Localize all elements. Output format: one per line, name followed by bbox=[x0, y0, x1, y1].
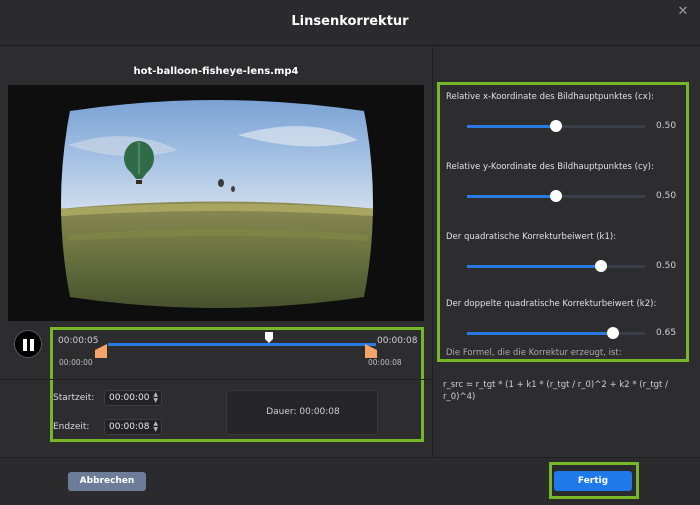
end-time-input[interactable]: 00:00:08 ▲ ▼ bbox=[104, 419, 162, 435]
param-cy-label: Relative y-Koordinate des Bildhauptpunkt… bbox=[446, 162, 654, 172]
section-divider bbox=[0, 379, 432, 380]
spinner-arrows-icon[interactable]: ▲ ▼ bbox=[153, 421, 158, 433]
video-filename: hot-balloon-fisheye-lens.mp4 bbox=[133, 66, 299, 77]
param-cy-value: 0.50 bbox=[656, 191, 677, 201]
timeline-range-start: 00:00:00 bbox=[59, 358, 93, 367]
preview-panel: hot-balloon-fisheye-lens.mp4 00:00:05 00… bbox=[0, 47, 432, 457]
param-k1-label: Der quadratische Korrekturbeiwert (k1): bbox=[446, 232, 617, 242]
playback-controls: 00:00:05 00:00:08 00:00:00 00:00:08 bbox=[0, 327, 432, 442]
param-k2-slider[interactable] bbox=[467, 327, 645, 339]
timeline-current-end: 00:00:08 bbox=[377, 336, 418, 346]
playhead-icon[interactable] bbox=[265, 332, 273, 343]
formula-text: r_src = r_tgt * (1 + k1 * (r_tgt / r_0)^… bbox=[443, 380, 668, 402]
timeline-range-end: 00:00:08 bbox=[368, 358, 402, 367]
start-time-input[interactable]: 00:00:00 ▲ ▼ bbox=[104, 390, 162, 406]
param-cx-value: 0.50 bbox=[656, 121, 677, 131]
close-icon[interactable]: ✕ bbox=[676, 5, 690, 19]
param-k2-label: Der doppelte quadratische Korrekturbeiwe… bbox=[446, 299, 657, 309]
trim-end-handle-icon[interactable] bbox=[365, 344, 377, 358]
cancel-button[interactable]: Abbrechen bbox=[68, 472, 146, 491]
slider-knob[interactable] bbox=[606, 327, 619, 339]
dialog-title: Linsenkorrektur bbox=[291, 14, 409, 29]
title-bar: Linsenkorrektur ✕ bbox=[0, 0, 700, 46]
end-time-label: Endzeit: bbox=[53, 422, 90, 432]
timeline-track[interactable] bbox=[108, 343, 376, 346]
formula-label: Die Formel, die die Korrektur erzeugt, i… bbox=[446, 348, 622, 358]
trim-start-handle-icon[interactable] bbox=[95, 344, 107, 358]
parameters-panel: Relative x-Koordinate des Bildhauptpunkt… bbox=[433, 47, 700, 457]
timeline-current-start: 00:00:05 bbox=[58, 336, 99, 346]
start-time-label: Startzeit: bbox=[53, 393, 95, 403]
fisheye-frame-image bbox=[8, 85, 424, 321]
param-cx-label: Relative x-Koordinate des Bildhauptpunkt… bbox=[446, 92, 654, 102]
lens-correction-dialog: Linsenkorrektur ✕ hot-balloon-fisheye-le… bbox=[0, 0, 700, 505]
pause-button[interactable] bbox=[14, 330, 42, 358]
parameters-highlight: Relative x-Koordinate des Bildhauptpunkt… bbox=[437, 82, 689, 362]
duration-display: Dauer: 00:00:08 bbox=[226, 390, 378, 435]
video-preview bbox=[8, 85, 424, 321]
param-k1-value: 0.50 bbox=[656, 261, 677, 271]
duration-text: Dauer: 00:00:08 bbox=[266, 407, 340, 417]
spinner-arrows-icon[interactable]: ▲ ▼ bbox=[153, 392, 158, 404]
param-cy-slider[interactable] bbox=[467, 190, 645, 202]
param-k1-slider[interactable] bbox=[467, 260, 645, 272]
slider-knob[interactable] bbox=[550, 190, 562, 202]
param-cx-slider[interactable] bbox=[467, 120, 645, 132]
param-k2-value: 0.65 bbox=[656, 328, 677, 338]
slider-knob[interactable] bbox=[550, 120, 562, 132]
slider-knob[interactable] bbox=[594, 260, 607, 272]
done-button[interactable]: Fertig bbox=[554, 471, 632, 491]
dialog-footer: Abbrechen Fertig bbox=[0, 457, 700, 505]
